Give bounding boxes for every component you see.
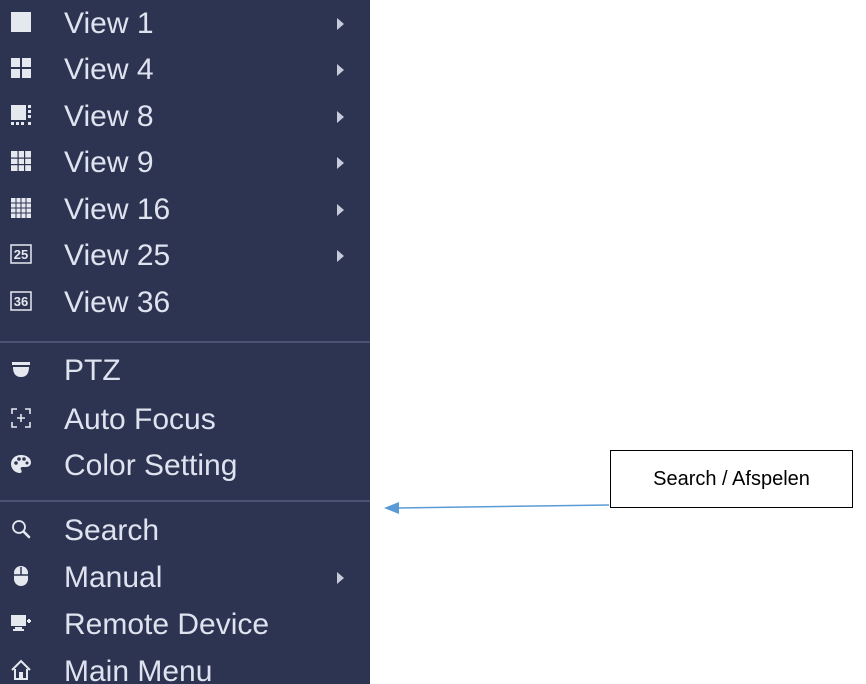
- callout-pointer-arrow: [384, 502, 610, 514]
- callout-box: Search / Afspelen: [610, 450, 853, 508]
- callout-text: Search / Afspelen: [653, 468, 810, 490]
